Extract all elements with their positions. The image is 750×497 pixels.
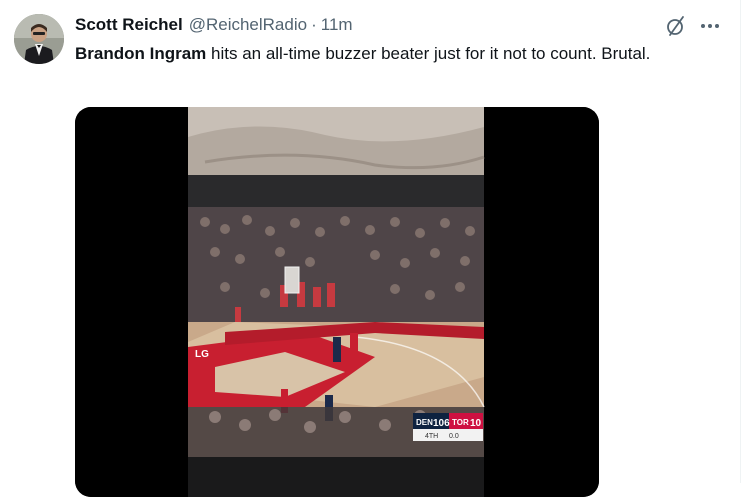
header-separator: · xyxy=(311,15,317,34)
video-content: LG DEN 106 TOR 10 4TH 0.0 xyxy=(188,107,485,497)
author-handle[interactable]: @ReichelRadio xyxy=(189,15,307,35)
scoreboard-team1: DEN xyxy=(416,418,433,427)
tweet-header: Scott Reichel @ReichelRadio · 11m xyxy=(75,14,353,36)
tweet-video[interactable]: LG DEN 106 TOR 10 4TH 0.0 xyxy=(75,107,599,497)
video-frame: LG DEN 106 TOR 10 4TH 0.0 xyxy=(75,107,599,497)
scoreboard-quarter: 4TH xyxy=(425,433,438,440)
tweet[interactable]: Scott Reichel @ReichelRadio · 11m Brando… xyxy=(0,0,750,497)
court-ad-text: LG xyxy=(195,349,209,360)
tweet-timestamp[interactable]: 11m xyxy=(321,15,353,35)
tweet-text-body: hits an all-time buzzer beater just for … xyxy=(206,44,651,63)
tweet-text-mention[interactable]: Brandon Ingram xyxy=(75,44,206,63)
scoreboard-clock: 0.0 xyxy=(449,433,459,440)
timeline-border xyxy=(740,0,741,483)
author-avatar[interactable] xyxy=(14,14,64,64)
author-display-name[interactable]: Scott Reichel xyxy=(75,15,183,35)
scoreboard-score1: 106 xyxy=(433,418,450,429)
tweet-text: Brandon Ingram hits an all-time buzzer b… xyxy=(75,41,690,66)
grok-slash-icon[interactable] xyxy=(664,14,688,38)
scoreboard: DEN 106 TOR 10 4TH 0.0 xyxy=(413,413,483,441)
scoreboard-team2: TOR xyxy=(452,418,469,427)
scoreboard-score2: 10 xyxy=(470,418,482,429)
more-horizontal-icon[interactable] xyxy=(698,14,722,38)
